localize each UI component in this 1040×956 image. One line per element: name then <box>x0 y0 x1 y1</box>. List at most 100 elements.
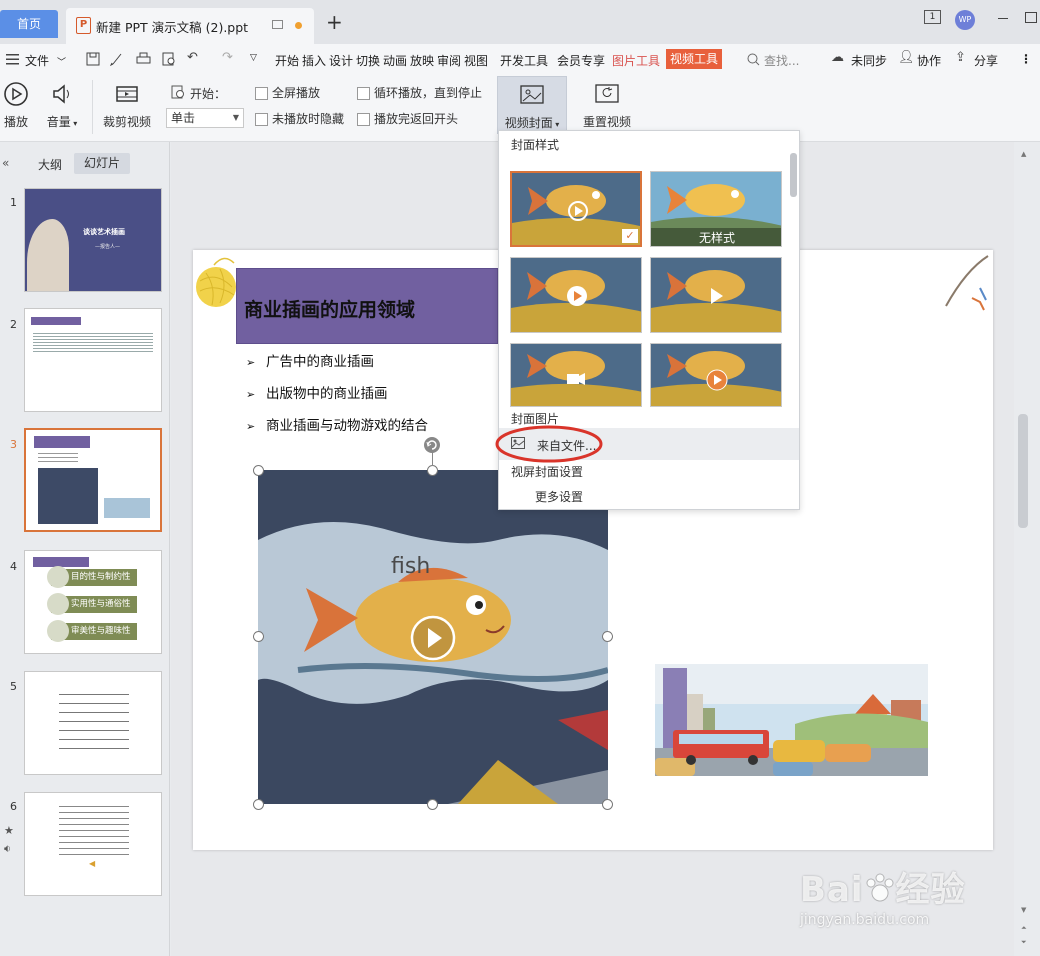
tab-outline[interactable]: 大纲 <box>38 156 62 173</box>
slide-title[interactable]: 商业插画的应用领域 <box>244 295 415 322</box>
resize-handle[interactable] <box>253 465 264 476</box>
frame-cover-header: 视屏封面设置 <box>511 465 584 479</box>
tab-slideshow[interactable]: 放映 <box>410 52 434 69</box>
rewind-checkbox[interactable]: 播放完返回开头 <box>357 110 458 127</box>
more-icon[interactable]: ⋮ <box>1020 52 1032 66</box>
resize-handle[interactable] <box>427 465 438 476</box>
reset-icon <box>595 84 619 103</box>
text-lines <box>59 686 129 750</box>
cover-style-option[interactable]: 无样式 <box>650 171 782 247</box>
rotate-handle-icon[interactable] <box>423 436 441 454</box>
cover-style-option[interactable] <box>650 257 782 333</box>
tab-video-tools[interactable]: 视频工具 <box>666 49 723 69</box>
new-tab-button[interactable]: + <box>326 10 343 34</box>
hamburger-icon[interactable] <box>6 54 19 65</box>
resize-handle[interactable] <box>602 799 613 810</box>
document-tab[interactable]: P 新建 PPT 演示文稿 (2).ppt <box>66 8 314 44</box>
reset-video-label: 重置视频 <box>582 115 631 129</box>
cover-style-option[interactable]: ✓ <box>510 171 642 247</box>
reset-video-button[interactable]: 重置视频 <box>578 82 636 130</box>
trim-video-button[interactable]: 裁剪视频 <box>100 82 154 130</box>
tab-design[interactable]: 设计 <box>329 52 353 69</box>
resize-handle[interactable] <box>253 799 264 810</box>
audio-marker-icon: ◀ <box>89 859 96 868</box>
collapse-icon[interactable]: « <box>2 156 9 170</box>
preview-icon[interactable] <box>162 52 176 66</box>
scroll-up-icon[interactable]: ▲ <box>1021 150 1026 158</box>
tab-member[interactable]: 会员专享 <box>557 52 605 69</box>
dropdown-scrollbar[interactable] <box>790 153 797 197</box>
video-cover-label: 视频封面 ▾ <box>504 116 560 130</box>
maximize-icon[interactable] <box>1025 12 1037 23</box>
undo-icon[interactable]: ↶ <box>187 50 198 65</box>
unsync-button[interactable]: 未同步 <box>851 52 887 69</box>
vertical-scrollbar[interactable]: ▲ ▼ ⏶ ⏷ <box>1014 142 1040 956</box>
slide-thumbnail-6[interactable]: ◀ <box>24 792 162 896</box>
trim-video-label: 裁剪视频 <box>102 115 151 129</box>
cover-style-option[interactable] <box>510 343 642 407</box>
tab-start[interactable]: 开始 <box>275 52 299 69</box>
start-label: 开始： <box>190 87 227 101</box>
chevron-down-icon[interactable]: ﹀ <box>57 55 66 68</box>
fish-cover-image <box>511 344 641 406</box>
start-select[interactable]: 单击 ▼ <box>166 108 244 128</box>
user-icon: 👤︎ <box>898 50 915 65</box>
red-ellipse-annotation <box>495 425 603 463</box>
monitor-icon[interactable] <box>272 20 283 29</box>
search-input[interactable]: 查找... <box>764 52 799 69</box>
fullscreen-checkbox[interactable]: 全屏播放 <box>255 84 320 101</box>
tab-picture-tools[interactable]: 图片工具 <box>612 52 660 69</box>
minimize-icon[interactable] <box>998 18 1008 19</box>
collab-button[interactable]: 协作 <box>917 52 941 69</box>
tab-bar: 首页 P 新建 PPT 演示文稿 (2).ppt + 1 WP <box>0 0 1040 44</box>
slide-number: 3 <box>10 438 17 451</box>
print-icon[interactable] <box>136 52 151 66</box>
tab-animation[interactable]: 动画 <box>383 52 407 69</box>
video-cover-button[interactable]: 视频封面 ▾ <box>497 76 567 134</box>
save-icon[interactable] <box>86 52 100 66</box>
tab-slides[interactable]: 幻灯片 <box>74 153 130 174</box>
cover-style-option[interactable] <box>650 343 782 407</box>
menu-file[interactable]: 文件 <box>25 52 49 69</box>
resize-handle[interactable] <box>427 799 438 810</box>
play-button[interactable]: 播放 <box>0 82 32 130</box>
more-settings-item[interactable]: 更多设置 <box>535 488 583 505</box>
home-tab[interactable]: 首页 <box>0 10 58 38</box>
hide-checkbox[interactable]: 未播放时隐藏 <box>255 110 344 127</box>
slide-thumbnail-1[interactable]: 谈谈艺术插画 —报告人— <box>24 188 162 292</box>
tab-review[interactable]: 审阅 <box>437 52 461 69</box>
resize-handle[interactable] <box>602 631 613 642</box>
avatar[interactable]: WP <box>955 10 975 30</box>
play-overlay-icon[interactable] <box>409 614 457 662</box>
star-icon: ★ <box>4 824 14 837</box>
slide-thumbnail-5[interactable] <box>24 671 162 775</box>
loop-checkbox[interactable]: 循环播放，直到停止 <box>357 84 482 101</box>
customize-icon[interactable]: ▽ <box>250 53 257 63</box>
no-style-label: 无样式 <box>698 231 735 245</box>
page-up-icon[interactable]: ⏶ <box>1021 924 1027 933</box>
brush-icon[interactable] <box>110 52 124 66</box>
page-indicator[interactable]: 1 <box>924 10 941 24</box>
cover-style-option[interactable] <box>510 257 642 333</box>
page-down-icon[interactable]: ⏷ <box>1021 938 1027 947</box>
slide-thumbnail-4[interactable]: 目的性与制约性 实用性与通俗性 审美性与趣味性 <box>24 550 162 654</box>
tab-transition[interactable]: 切换 <box>356 52 380 69</box>
tab-insert[interactable]: 插入 <box>302 52 326 69</box>
volume-button[interactable]: 音量 ▾ <box>43 82 81 130</box>
slide-thumbnail-3[interactable] <box>24 428 162 532</box>
bullet-item[interactable]: ➢ 商业插画与动物游戏的结合 <box>246 414 428 434</box>
cat-image <box>27 219 69 291</box>
scroll-down-icon[interactable]: ▼ <box>1021 906 1026 914</box>
bullet-item[interactable]: ➢ 出版物中的商业插画 <box>246 382 388 402</box>
scroll-thumb[interactable] <box>1018 414 1028 528</box>
slide-thumbnail-2[interactable] <box>24 308 162 412</box>
tab-view[interactable]: 视图 <box>464 52 488 69</box>
video-object[interactable]: fish <box>258 470 608 804</box>
resize-handle[interactable] <box>253 631 264 642</box>
bullet-item[interactable]: ➢ 广告中的商业插画 <box>246 350 374 370</box>
redo-icon[interactable]: ↷ <box>222 50 233 65</box>
share-button[interactable]: 分享 <box>974 52 998 69</box>
slide-number: 5 <box>10 680 17 693</box>
tab-developer[interactable]: 开发工具 <box>500 52 548 69</box>
slide-number: 4 <box>10 560 17 573</box>
